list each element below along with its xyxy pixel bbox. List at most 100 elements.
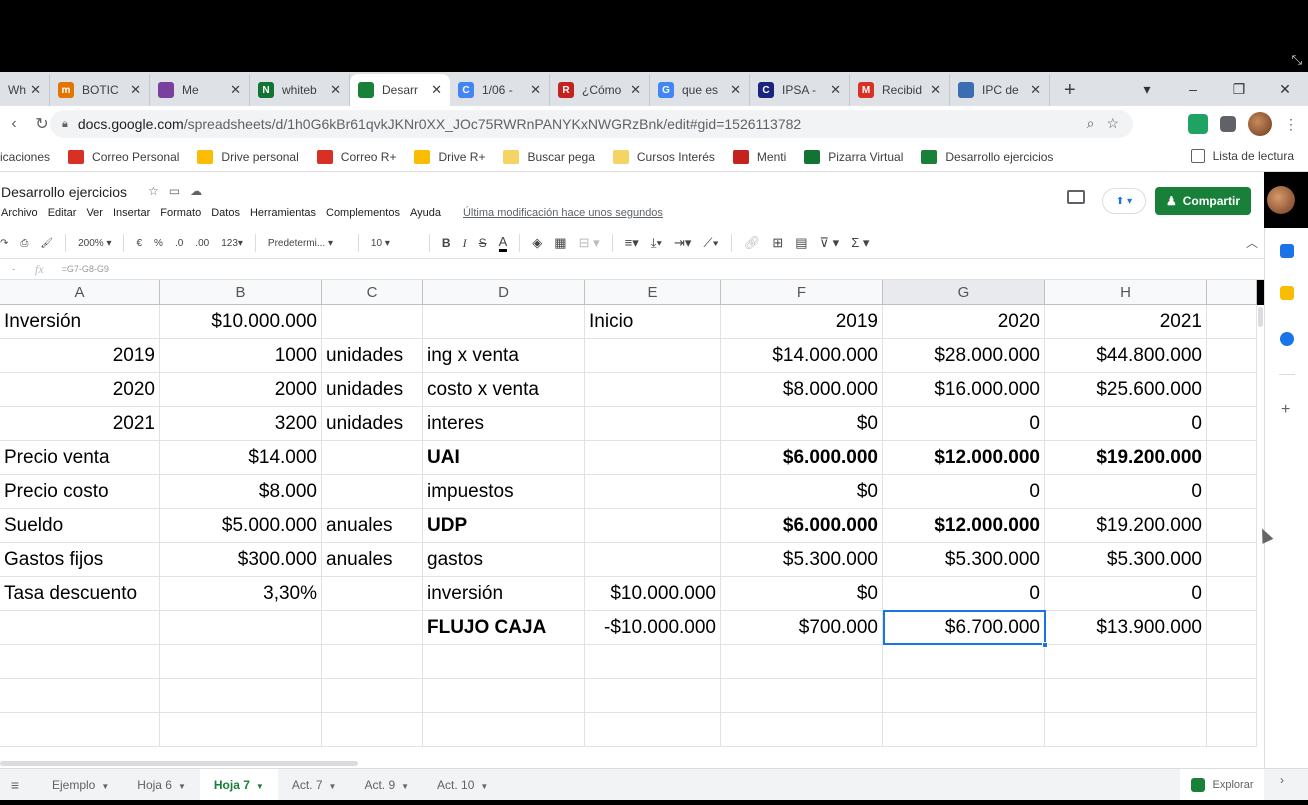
profile-avatar[interactable] [1248,112,1272,136]
table-cell[interactable] [160,713,322,747]
table-cell[interactable]: inversión [423,577,585,611]
sheet-tab[interactable]: Act. 7 ▼ [278,769,351,801]
table-cell[interactable]: $8.000.000 [721,373,883,407]
table-cell[interactable]: $19.200.000 [1045,441,1207,475]
table-cell[interactable] [0,611,160,645]
table-cell[interactable]: 0 [1045,577,1207,611]
cloud-status-icon[interactable]: ☁ [190,184,202,198]
tab-close-icon[interactable]: ✕ [530,82,541,98]
bookmark-item[interactable]: Correo Personal [68,149,179,164]
align-horizontal-icon[interactable]: ≡▾ [625,235,639,251]
menu-item[interactable]: Ver [86,207,103,219]
table-cell[interactable] [883,713,1045,747]
fill-color-icon[interactable]: ◈ [532,235,542,251]
table-cell[interactable]: $25.600.000 [1045,373,1207,407]
exit-fullscreen-icon[interactable]: ⤡ [1292,52,1302,68]
account-avatar[interactable] [1267,186,1295,214]
table-cell[interactable] [322,679,423,713]
tab-close-icon[interactable]: ✕ [30,82,41,98]
text-rotate-icon[interactable]: ⟋▾ [703,235,718,251]
table-cell[interactable]: $16.000.000 [883,373,1045,407]
browser-tab[interactable]: IPC de ✕ [950,74,1050,106]
table-cell[interactable] [585,475,721,509]
menu-item[interactable]: Herramientas [250,207,316,219]
zoom-icon[interactable]: ⌕ [1087,115,1095,132]
column-header[interactable]: B [160,280,322,305]
table-cell[interactable]: costo x venta [423,373,585,407]
table-cell[interactable]: $6.000.000 [721,509,883,543]
table-cell[interactable] [883,679,1045,713]
table-cell[interactable]: Precio costo [0,475,160,509]
table-cell[interactable]: 2019 [721,305,883,339]
menu-item[interactable]: Complementos [326,207,400,219]
table-cell[interactable]: $14.000 [160,441,322,475]
table-cell[interactable]: $5.300.000 [721,543,883,577]
restore-button[interactable]: ❐ [1216,81,1262,98]
table-cell[interactable]: 2000 [160,373,322,407]
tab-close-icon[interactable]: ✕ [130,82,141,98]
bookmark-item[interactable]: icaciones [0,150,50,164]
text-wrap-icon[interactable]: ⇥▾ [674,235,691,251]
collapse-menus-icon[interactable]: ︿ [1246,234,1258,251]
last-edit-link[interactable]: Última modificación hace unos segundos [463,207,663,219]
table-cell[interactable] [721,679,883,713]
extensions-puzzle-icon[interactable] [1220,116,1236,132]
table-cell[interactable] [1207,339,1257,373]
table-cell[interactable] [322,645,423,679]
table-cell[interactable]: $44.800.000 [1045,339,1207,373]
menu-item[interactable]: Datos [211,207,240,219]
table-cell[interactable]: $5.000.000 [160,509,322,543]
table-cell[interactable]: $12.000.000 [883,441,1045,475]
table-cell[interactable] [322,305,423,339]
table-cell[interactable] [1207,577,1257,611]
horizontal-scrollbar[interactable] [0,760,1264,768]
fill-handle[interactable] [1042,642,1048,648]
table-cell[interactable]: $6.700.000 [883,611,1045,645]
table-cell[interactable] [1207,475,1257,509]
new-tab-button[interactable]: + [1064,74,1076,106]
bookmark-item[interactable]: Buscar pega [503,149,595,164]
table-cell[interactable]: $14.000.000 [721,339,883,373]
table-cell[interactable] [1207,305,1257,339]
table-cell[interactable] [1207,373,1257,407]
table-cell[interactable] [1207,679,1257,713]
redo-icon[interactable]: ↷ [0,238,8,249]
column-header[interactable]: F [721,280,883,305]
bookmark-item[interactable]: Correo R+ [316,149,396,164]
table-cell[interactable] [160,645,322,679]
merge-cells-icon[interactable]: ⊟ ▾ [579,235,600,251]
table-cell[interactable]: $6.000.000 [721,441,883,475]
italic-button[interactable]: I [463,236,467,251]
chevron-down-icon[interactable]: ▼ [101,782,109,791]
table-cell[interactable]: $700.000 [721,611,883,645]
table-cell[interactable] [721,645,883,679]
sheet-tab[interactable]: Act. 10 ▼ [423,769,502,801]
table-cell[interactable]: 3200 [160,407,322,441]
vertical-scroll-thumb[interactable] [1258,307,1263,327]
filter-icon[interactable]: ⊽ ▾ [820,235,840,251]
font-size-select[interactable]: 10 ▾ [371,238,417,249]
table-cell[interactable]: 2021 [1045,305,1207,339]
table-cell[interactable] [1045,679,1207,713]
table-cell[interactable] [721,713,883,747]
bookmark-item[interactable]: Desarrollo ejercicios [921,149,1053,164]
move-folder-icon[interactable]: ▭ [169,184,180,198]
insert-chart-icon[interactable]: ▤ [795,235,807,251]
table-cell[interactable]: 2020 [883,305,1045,339]
increase-decimal-button[interactable]: .00 [195,238,209,249]
menu-item[interactable]: Editar [48,207,77,219]
zoom-select[interactable]: 200% ▾ [78,238,111,249]
share-button[interactable]: ♟ Compartir [1155,187,1251,215]
browser-tab[interactable]: C 1/06 - ✕ [450,74,550,106]
table-cell[interactable]: $8.000 [160,475,322,509]
table-cell[interactable] [1207,713,1257,747]
browser-tab[interactable]: R ¿Cómo ✕ [550,74,650,106]
table-cell[interactable]: 2021 [0,407,160,441]
tab-close-icon[interactable]: ✕ [431,82,442,98]
table-cell[interactable] [423,713,585,747]
sheet-tab[interactable]: Ejemplo ▼ [38,769,123,801]
bold-button[interactable]: B [442,236,451,250]
table-cell[interactable]: gastos [423,543,585,577]
table-cell[interactable]: 0 [883,577,1045,611]
reading-list-button[interactable]: Lista de lectura [1190,149,1294,163]
